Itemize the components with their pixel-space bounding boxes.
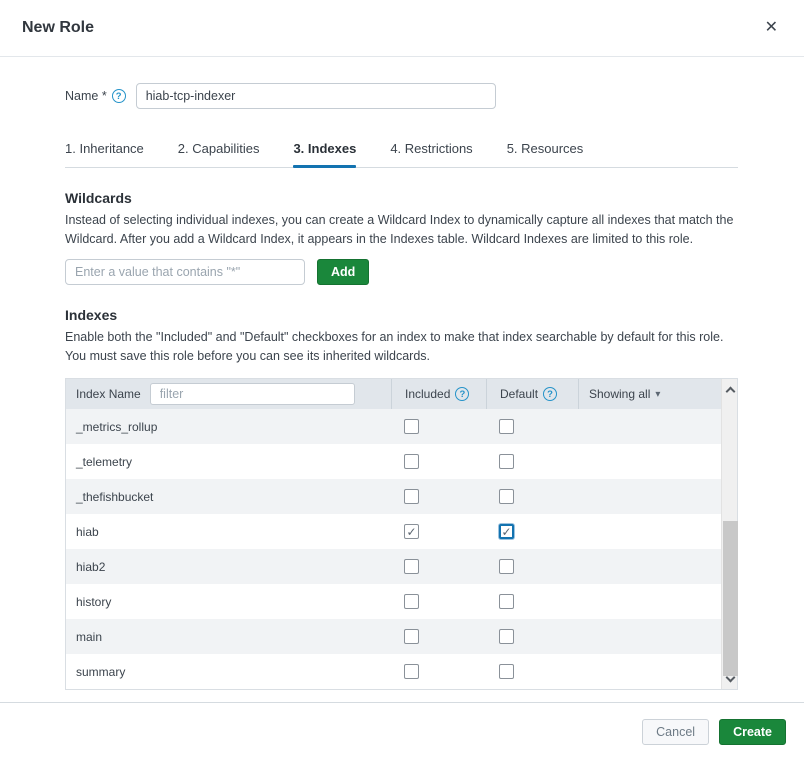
included-checkbox[interactable] [404,489,419,504]
table-row: history [66,584,721,619]
default-checkbox[interactable] [499,594,514,609]
tab-restrictions[interactable]: 4. Restrictions [390,141,472,167]
add-button[interactable]: Add [317,259,369,285]
included-checkbox[interactable] [404,559,419,574]
indexes-heading: Indexes [65,307,738,323]
showing-all-dropdown[interactable]: Showing all ▾ [578,379,721,409]
index-name-cell: _metrics_rollup [66,420,391,434]
table-scrollbar[interactable] [721,379,737,689]
table-main: Index Name Included ? Default ? Showing … [66,379,721,689]
table-row: summary [66,654,721,689]
column-header-included: Included ? [391,379,486,409]
wildcard-row: Add [65,259,738,285]
included-checkbox[interactable] [404,594,419,609]
wildcards-heading: Wildcards [65,190,738,206]
index-name-cell: history [66,595,391,609]
included-checkbox[interactable] [404,629,419,644]
wildcard-input[interactable] [65,259,305,285]
dialog-body: Name * ? 1. Inheritance 2. Capabilities 3.… [0,83,804,690]
included-header-label: Included [405,387,450,401]
close-icon[interactable]: ✕ [761,16,782,40]
table-row: _thefishbucket [66,479,721,514]
indexes-table: Index Name Included ? Default ? Showing … [65,378,738,690]
filter-input[interactable] [150,383,355,405]
column-header-index-name: Index Name [66,379,391,409]
showing-all-label: Showing all [589,387,650,401]
create-button[interactable]: Create [719,719,786,745]
default-checkbox[interactable] [499,419,514,434]
index-name-cell: hiab2 [66,560,391,574]
chevron-down-icon: ▾ [655,389,660,400]
included-help-icon[interactable]: ? [455,387,469,401]
table-body: _metrics_rollup _telemetry _thefishbucke… [66,409,721,689]
tab-resources[interactable]: 5. Resources [507,141,584,167]
cancel-button[interactable]: Cancel [642,719,709,745]
table-row: main [66,619,721,654]
dialog-header: New Role ✕ [0,0,804,57]
index-name-header-label: Index Name [76,387,141,401]
tab-bar: 1. Inheritance 2. Capabilities 3. Indexes 4… [65,141,738,168]
name-field[interactable] [136,83,496,109]
scroll-down-icon[interactable] [722,671,738,687]
index-name-cell: main [66,630,391,644]
index-name-cell: _thefishbucket [66,490,391,504]
name-help-icon[interactable]: ? [112,89,126,103]
table-header: Index Name Included ? Default ? Showing … [66,379,721,409]
table-row: _telemetry [66,444,721,479]
tab-inheritance[interactable]: 1. Inheritance [65,141,144,167]
default-checkbox[interactable] [499,559,514,574]
default-checkbox[interactable] [499,629,514,644]
dialog-footer: Cancel Create [642,719,786,745]
default-checkbox[interactable]: ✓ [499,524,514,539]
default-header-label: Default [500,387,538,401]
default-help-icon[interactable]: ? [543,387,557,401]
footer-divider [0,702,804,703]
scroll-up-icon[interactable] [722,381,738,397]
default-checkbox[interactable] [499,489,514,504]
tab-indexes[interactable]: 3. Indexes [293,141,356,167]
default-checkbox[interactable] [499,664,514,679]
index-name-cell: summary [66,665,391,679]
wildcards-description: Instead of selecting individual indexes,… [65,211,738,249]
included-checkbox[interactable] [404,419,419,434]
included-checkbox[interactable] [404,664,419,679]
table-row: hiab ✓ ✓ [66,514,721,549]
table-row: hiab2 [66,549,721,584]
page-title: New Role [22,19,94,37]
included-checkbox[interactable]: ✓ [404,524,419,539]
table-row: _metrics_rollup [66,409,721,444]
scrollbar-thumb[interactable] [723,521,738,676]
index-name-cell: hiab [66,525,391,539]
tab-capabilities[interactable]: 2. Capabilities [178,141,260,167]
index-name-cell: _telemetry [66,455,391,469]
name-row: Name * ? [65,83,738,109]
included-checkbox[interactable] [404,454,419,469]
column-header-default: Default ? [486,379,578,409]
indexes-description: Enable both the "Included" and "Default"… [65,328,738,366]
name-label: Name * [65,89,107,103]
default-checkbox[interactable] [499,454,514,469]
